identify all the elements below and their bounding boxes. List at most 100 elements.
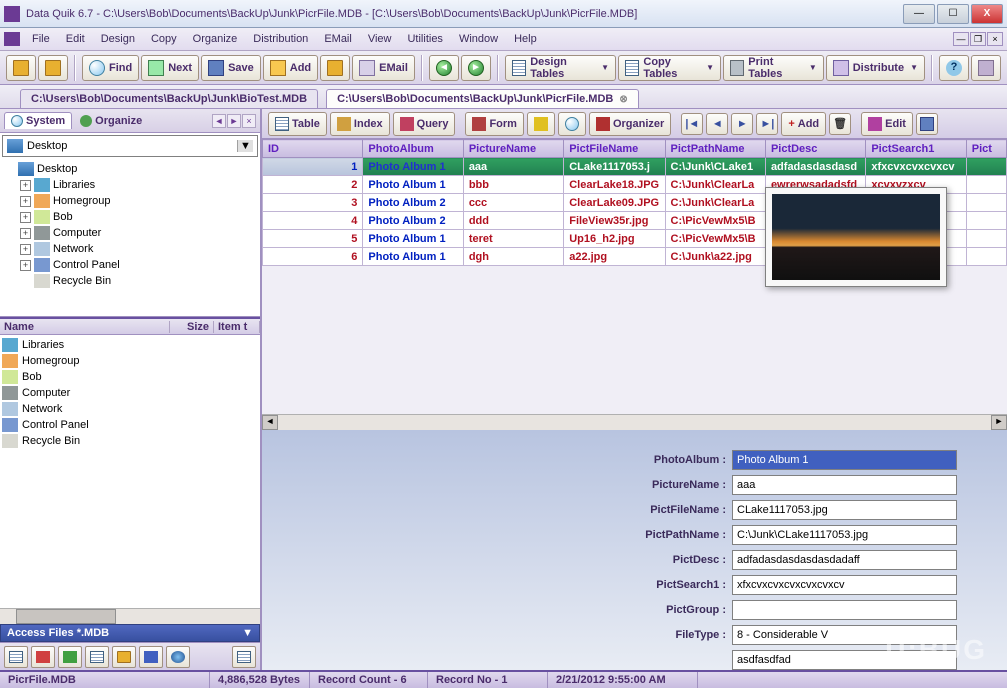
cell-album[interactable]: Photo Album 2	[363, 194, 463, 212]
folder-tree[interactable]: Desktop+Libraries+Homegroup+Bob+Computer…	[0, 159, 260, 317]
list-item[interactable]: Bob	[2, 369, 258, 385]
mini-btn-2[interactable]	[31, 646, 55, 668]
menu-copy[interactable]: Copy	[143, 31, 185, 47]
mdi-close[interactable]: ×	[987, 32, 1003, 46]
zoom-button[interactable]	[558, 112, 586, 136]
expand-icon[interactable]: +	[20, 260, 31, 271]
print-tables-button[interactable]: Print Tables▼	[723, 55, 824, 81]
expand-icon[interactable]	[4, 164, 15, 175]
mdi-restore[interactable]: ❐	[970, 32, 986, 46]
help-button[interactable]: ?	[939, 55, 969, 81]
mini-btn-6[interactable]	[139, 646, 163, 668]
cell-extra[interactable]	[966, 230, 1006, 248]
tree-node[interactable]: +Homegroup	[2, 193, 258, 209]
col-size[interactable]: Size	[170, 321, 214, 333]
organizer-button[interactable]: Organizer	[589, 112, 671, 136]
index-button[interactable]: Index	[330, 112, 390, 136]
table-row[interactable]: 1 Photo Album 1 aaa CLake1117053.j C:\Ju…	[263, 158, 1007, 176]
filter-dropdown[interactable]: Access Files *.MDB ▼	[0, 624, 260, 642]
file-list-scrollbar[interactable]	[0, 608, 260, 624]
mini-btn-5[interactable]	[112, 646, 136, 668]
copy-tables-button[interactable]: Copy Tables▼	[618, 55, 721, 81]
save-button[interactable]: Save	[201, 55, 261, 81]
tree-node[interactable]: Recycle Bin	[2, 273, 258, 289]
column-header[interactable]: Pict	[966, 140, 1006, 158]
menu-help[interactable]: Help	[506, 31, 545, 47]
go-fwd-button[interactable]: ►	[461, 55, 491, 81]
close-tab-icon[interactable]: ⊗	[619, 94, 627, 105]
cell-album[interactable]: Photo Album 2	[363, 212, 463, 230]
menu-utilities[interactable]: Utilities	[399, 31, 450, 47]
cell-id[interactable]: 4	[263, 212, 363, 230]
pictsearch1-field[interactable]: xfxcvxcvxcvxcvxcvxcv	[732, 575, 957, 595]
expand-icon[interactable]: +	[20, 196, 31, 207]
cell-extra[interactable]	[966, 248, 1006, 266]
chevron-down-icon[interactable]: ▼	[237, 140, 253, 152]
col-item[interactable]: Item t	[214, 321, 260, 333]
minimize-button[interactable]: —	[903, 4, 935, 24]
list-item[interactable]: Homegroup	[2, 353, 258, 369]
delete-button[interactable]: 🗑	[829, 113, 851, 135]
filetype-field[interactable]: 8 - Considerable V	[732, 625, 957, 645]
nav-close[interactable]: ×	[242, 114, 256, 128]
cell-name[interactable]: ccc	[463, 194, 563, 212]
cell-id[interactable]: 2	[263, 176, 363, 194]
query-button[interactable]: Query	[393, 112, 456, 136]
cell-extra[interactable]	[966, 176, 1006, 194]
cell-file[interactable]: ClearLake09.JPG	[564, 194, 665, 212]
mini-btn-3[interactable]	[58, 646, 82, 668]
plugin-button[interactable]	[971, 55, 1001, 81]
column-header[interactable]: PictureName	[463, 140, 563, 158]
expand-icon[interactable]: +	[20, 228, 31, 239]
mini-btn-4[interactable]	[85, 646, 109, 668]
cell-path[interactable]: C:\Junk\CLake1	[665, 158, 765, 176]
location-dropdown[interactable]: Desktop ▼	[2, 135, 258, 157]
list-item[interactable]: Recycle Bin	[2, 433, 258, 449]
close-button[interactable]: X	[971, 4, 1003, 24]
mini-btn-8[interactable]	[232, 646, 256, 668]
menu-file[interactable]: File	[24, 31, 58, 47]
folder-button[interactable]	[38, 55, 68, 81]
misc-button[interactable]	[320, 55, 350, 81]
cell-path[interactable]: C:\PicVewMx5\B	[665, 212, 765, 230]
cell-file[interactable]: Up16_h2.jpg	[564, 230, 665, 248]
cell-album[interactable]: Photo Album 1	[363, 230, 463, 248]
column-header[interactable]: ID	[263, 140, 363, 158]
menu-view[interactable]: View	[360, 31, 400, 47]
tab-system[interactable]: System	[4, 112, 72, 129]
file-list[interactable]: LibrariesHomegroupBobComputerNetworkCont…	[0, 335, 260, 608]
cell-search[interactable]: xfxcvxcvxcvxcv	[866, 158, 966, 176]
cell-id[interactable]: 1	[263, 158, 363, 176]
menu-design[interactable]: Design	[93, 31, 143, 47]
column-header[interactable]: PictFileName	[564, 140, 665, 158]
cell-desc[interactable]: adfadasdasdasd	[765, 158, 865, 176]
next-button[interactable]: Next	[141, 55, 199, 81]
expand-icon[interactable]: +	[20, 212, 31, 223]
cell-path[interactable]: C:\Junk\ClearLa	[665, 194, 765, 212]
column-header[interactable]: PictPathName	[665, 140, 765, 158]
cell-name[interactable]: ddd	[463, 212, 563, 230]
cell-extra[interactable]	[966, 158, 1006, 176]
design-tables-button[interactable]: Design Tables▼	[505, 55, 616, 81]
save-disk-button[interactable]	[916, 113, 938, 135]
picturename-field[interactable]: aaa	[732, 475, 957, 495]
pictfilename-field[interactable]: CLake1117053.jpg	[732, 500, 957, 520]
scroll-right-icon[interactable]: ►	[991, 415, 1007, 430]
cell-extra[interactable]	[966, 212, 1006, 230]
mini-btn-1[interactable]	[4, 646, 28, 668]
list-item[interactable]: Computer	[2, 385, 258, 401]
chevron-down-icon[interactable]: ▼	[242, 627, 253, 639]
pencil-button[interactable]	[527, 112, 555, 136]
tab-biotest[interactable]: C:\Users\Bob\Documents\BackUp\Junk\BioTe…	[20, 89, 318, 108]
list-item[interactable]: Libraries	[2, 337, 258, 353]
tree-node[interactable]: +Network	[2, 241, 258, 257]
menu-email[interactable]: EMail	[316, 31, 360, 47]
add-record-button[interactable]: +Add	[781, 112, 826, 136]
menu-distribution[interactable]: Distribution	[245, 31, 316, 47]
maximize-button[interactable]: ☐	[937, 4, 969, 24]
cell-name[interactable]: bbb	[463, 176, 563, 194]
cell-path[interactable]: C:\Junk\ClearLa	[665, 176, 765, 194]
col-name[interactable]: Name	[0, 321, 170, 333]
list-item[interactable]: Network	[2, 401, 258, 417]
distribute-button[interactable]: Distribute▼	[826, 55, 925, 81]
